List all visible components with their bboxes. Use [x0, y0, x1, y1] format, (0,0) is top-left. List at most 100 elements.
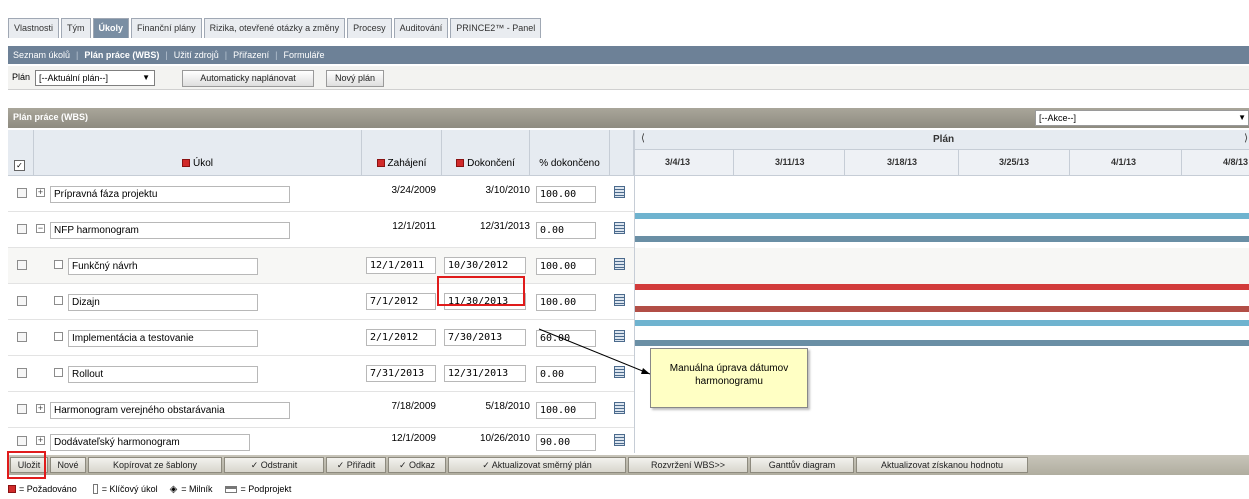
task-name-field[interactable]: Rollout	[68, 366, 258, 383]
tab-tasks[interactable]: Úkoly	[92, 18, 130, 38]
calendar-icon[interactable]	[614, 258, 625, 270]
tab-properties[interactable]: Vlastnosti	[8, 18, 60, 38]
delete-button[interactable]: ✓ Odstranit	[224, 457, 324, 473]
pct-field[interactable]: 0.00	[536, 222, 596, 239]
subnav-resource-usage[interactable]: Užití zdrojů	[174, 50, 219, 60]
header-finish[interactable]: Dokončení	[442, 130, 530, 176]
gantt-bar[interactable]	[635, 213, 1249, 219]
header-start[interactable]: Zahájení	[362, 130, 442, 176]
actions-select[interactable]: [--Akce--] ▼	[1035, 110, 1249, 126]
table-row[interactable]: Funkčný návrh 12/1/2011 10/30/2012 100.0…	[8, 248, 634, 284]
tab-prince2-panel[interactable]: PRINCE2™ - Panel	[450, 18, 542, 38]
gantt-date-label: 3/4/13	[665, 157, 691, 167]
row-checkbox[interactable]	[17, 260, 27, 270]
pct-field[interactable]: 100.00	[536, 258, 596, 275]
tab-audit[interactable]: Auditování	[393, 18, 449, 38]
subnav-assignments[interactable]: Přiřazení	[233, 50, 269, 60]
header-pct[interactable]: % dokončeno	[530, 130, 610, 176]
gantt-bar[interactable]	[635, 284, 1249, 290]
table-row[interactable]: + Prípravná fáza projektu 3/24/2009 3/10…	[8, 176, 634, 212]
plan-select[interactable]: [--Aktuální plán--] ▼	[35, 70, 155, 86]
pct-field[interactable]: 0.00	[536, 366, 596, 383]
table-row[interactable]: Rollout 7/31/2013 12/31/2013 0.00	[8, 356, 634, 392]
auto-schedule-button[interactable]: Automaticky naplánovat	[182, 70, 314, 87]
gantt-bar[interactable]	[635, 306, 1249, 312]
finish-date-field[interactable]: 12/31/2013	[444, 365, 526, 382]
task-name-field[interactable]: Harmonogram verejného obstarávania	[50, 402, 290, 419]
gantt-bar[interactable]	[635, 236, 1249, 242]
update-earned-value-button[interactable]: Aktualizovat získanou hodnotu	[856, 457, 1028, 473]
start-date-field[interactable]: 7/31/2013	[366, 365, 436, 382]
scroll-left-icon[interactable]: ⟨	[641, 133, 645, 144]
subnav-forms[interactable]: Formuláře	[283, 50, 324, 60]
subnav-task-list[interactable]: Seznam úkolů	[13, 50, 70, 60]
task-name-field[interactable]: Implementácia a testovanie	[68, 330, 258, 347]
tab-financial-plans[interactable]: Finanční plány	[131, 18, 202, 38]
update-baseline-button[interactable]: ✓ Aktualizovat směrný plán	[448, 457, 626, 473]
tab-processes[interactable]: Procesy	[347, 18, 392, 38]
finish-date: 10/26/2010	[479, 433, 530, 444]
pct-field[interactable]: 100.00	[536, 294, 596, 311]
actions-select-value: [--Akce--]	[1039, 113, 1076, 123]
calendar-icon[interactable]	[614, 402, 625, 414]
pct-field[interactable]: 60.00	[536, 330, 596, 347]
scroll-right-icon[interactable]: ⟩	[1244, 133, 1248, 144]
gantt-bar[interactable]	[635, 320, 1249, 326]
expand-icon[interactable]: +	[36, 404, 45, 413]
gantt-bar[interactable]	[635, 340, 1249, 346]
table-row[interactable]: + Harmonogram verejného obstarávania 7/1…	[8, 392, 634, 428]
start-date: 12/1/2011	[392, 221, 436, 232]
table-row[interactable]: Dizajn 7/1/2012 11/30/2013 100.00	[8, 284, 634, 320]
start-date-field[interactable]: 7/1/2012	[366, 293, 436, 310]
row-checkbox[interactable]	[17, 188, 27, 198]
row-checkbox[interactable]	[17, 224, 27, 234]
calendar-icon[interactable]	[614, 434, 625, 446]
task-name-field[interactable]: Dizajn	[68, 294, 258, 311]
table-row[interactable]: Implementácia a testovanie 2/1/2012 7/30…	[8, 320, 634, 356]
calendar-icon[interactable]	[614, 294, 625, 306]
row-checkbox[interactable]	[17, 436, 27, 446]
pct-field[interactable]: 100.00	[536, 186, 596, 203]
copy-from-template-button[interactable]: Kopírovat ze šablony	[88, 457, 222, 473]
assign-button[interactable]: ✓ Přiřadit	[326, 457, 386, 473]
table-row[interactable]: − NFP harmonogram 12/1/2011 12/31/2013 0…	[8, 212, 634, 248]
pct-field[interactable]: 90.00	[536, 434, 596, 451]
calendar-icon[interactable]	[614, 330, 625, 342]
legend-subproject: = Podprojekt	[240, 484, 292, 494]
start-date-field[interactable]: 2/1/2012	[366, 329, 436, 346]
calendar-icon[interactable]	[614, 186, 625, 198]
expand-icon[interactable]: +	[36, 436, 45, 445]
callout-line-1: Manuálna úprava dátumov	[669, 363, 789, 374]
row-checkbox[interactable]	[17, 368, 27, 378]
expand-icon[interactable]: +	[36, 188, 45, 197]
new-button[interactable]: Nové	[50, 457, 86, 473]
top-tabs: Vlastnosti Tým Úkoly Finanční plány Rizi…	[8, 18, 543, 38]
row-checkbox[interactable]	[17, 404, 27, 414]
link-button[interactable]: ✓ Odkaz	[388, 457, 446, 473]
header-task[interactable]: Úkol	[34, 130, 362, 176]
select-all-icon[interactable]: ✓	[14, 160, 25, 171]
pct-field[interactable]: 100.00	[536, 402, 596, 419]
collapse-icon[interactable]: −	[36, 224, 45, 233]
row-checkbox[interactable]	[17, 332, 27, 342]
table-row[interactable]: + Dodávateľský harmonogram 12/1/2009 10/…	[8, 428, 634, 453]
gantt-chart-button[interactable]: Ganttův diagram	[750, 457, 854, 473]
start-date-field[interactable]: 12/1/2011	[366, 257, 436, 274]
row-checkbox[interactable]	[17, 296, 27, 306]
finish-date-field[interactable]: 10/30/2012	[444, 257, 526, 274]
calendar-icon[interactable]	[614, 222, 625, 234]
task-name-field[interactable]: Prípravná fáza projektu	[50, 186, 290, 203]
new-plan-button[interactable]: Nový plán	[326, 70, 384, 87]
calendar-icon[interactable]	[614, 366, 625, 378]
task-icon	[54, 296, 63, 305]
task-name-field[interactable]: Dodávateľský harmonogram	[50, 434, 250, 451]
task-name-field[interactable]: Funkčný návrh	[68, 258, 258, 275]
task-name-field[interactable]: NFP harmonogram	[50, 222, 290, 239]
subnav-wbs[interactable]: Plán práce (WBS)	[84, 50, 159, 60]
finish-date-field[interactable]: 7/30/2013	[444, 329, 526, 346]
tab-team[interactable]: Tým	[61, 18, 91, 38]
panel-header: Plán práce (WBS) [--Akce--] ▼	[8, 108, 1249, 128]
tab-risks[interactable]: Rizika, otevřené otázky a změny	[203, 18, 346, 38]
wbs-layout-button[interactable]: Rozvržení WBS>>	[628, 457, 748, 473]
gantt-date-label: 3/11/13	[775, 157, 805, 167]
